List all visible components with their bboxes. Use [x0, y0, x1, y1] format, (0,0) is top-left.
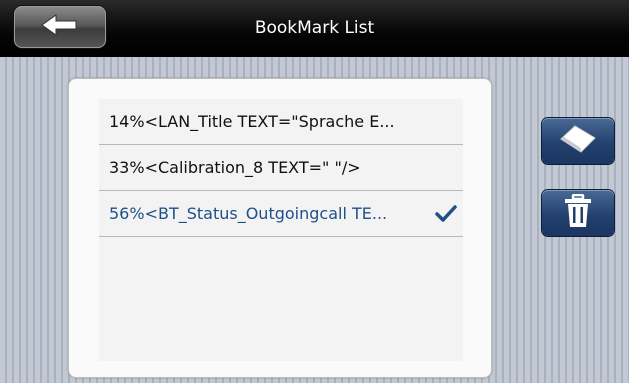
list-item[interactable]: 33%<Calibration_8 TEXT=" "/>	[99, 145, 463, 191]
arrow-left-icon	[40, 13, 80, 41]
bookmark-label: 33%<Calibration_8 TEXT=" "/>	[109, 158, 361, 177]
bookmark-list[interactable]: 14%<LAN_Title TEXT="Sprache E... 33%<Cal…	[99, 99, 463, 361]
title-bar: BookMark List	[0, 0, 629, 57]
list-item[interactable]: 56%<BT_Status_Outgoingcall TE...	[99, 191, 463, 237]
bookmark-label: 56%<BT_Status_Outgoingcall TE...	[109, 204, 388, 223]
bookmark-list-panel: 14%<LAN_Title TEXT="Sprache E... 33%<Cal…	[68, 78, 492, 378]
eraser-icon	[558, 122, 598, 160]
checkmark-icon	[429, 191, 463, 237]
page-title: BookMark List	[254, 18, 375, 38]
list-item[interactable]: 14%<LAN_Title TEXT="Sprache E...	[99, 99, 463, 145]
trash-icon	[563, 193, 593, 232]
back-button[interactable]	[14, 6, 106, 48]
clear-button[interactable]	[542, 118, 614, 164]
bookmark-label: 14%<LAN_Title TEXT="Sprache E...	[109, 112, 395, 131]
delete-button[interactable]	[542, 190, 614, 236]
